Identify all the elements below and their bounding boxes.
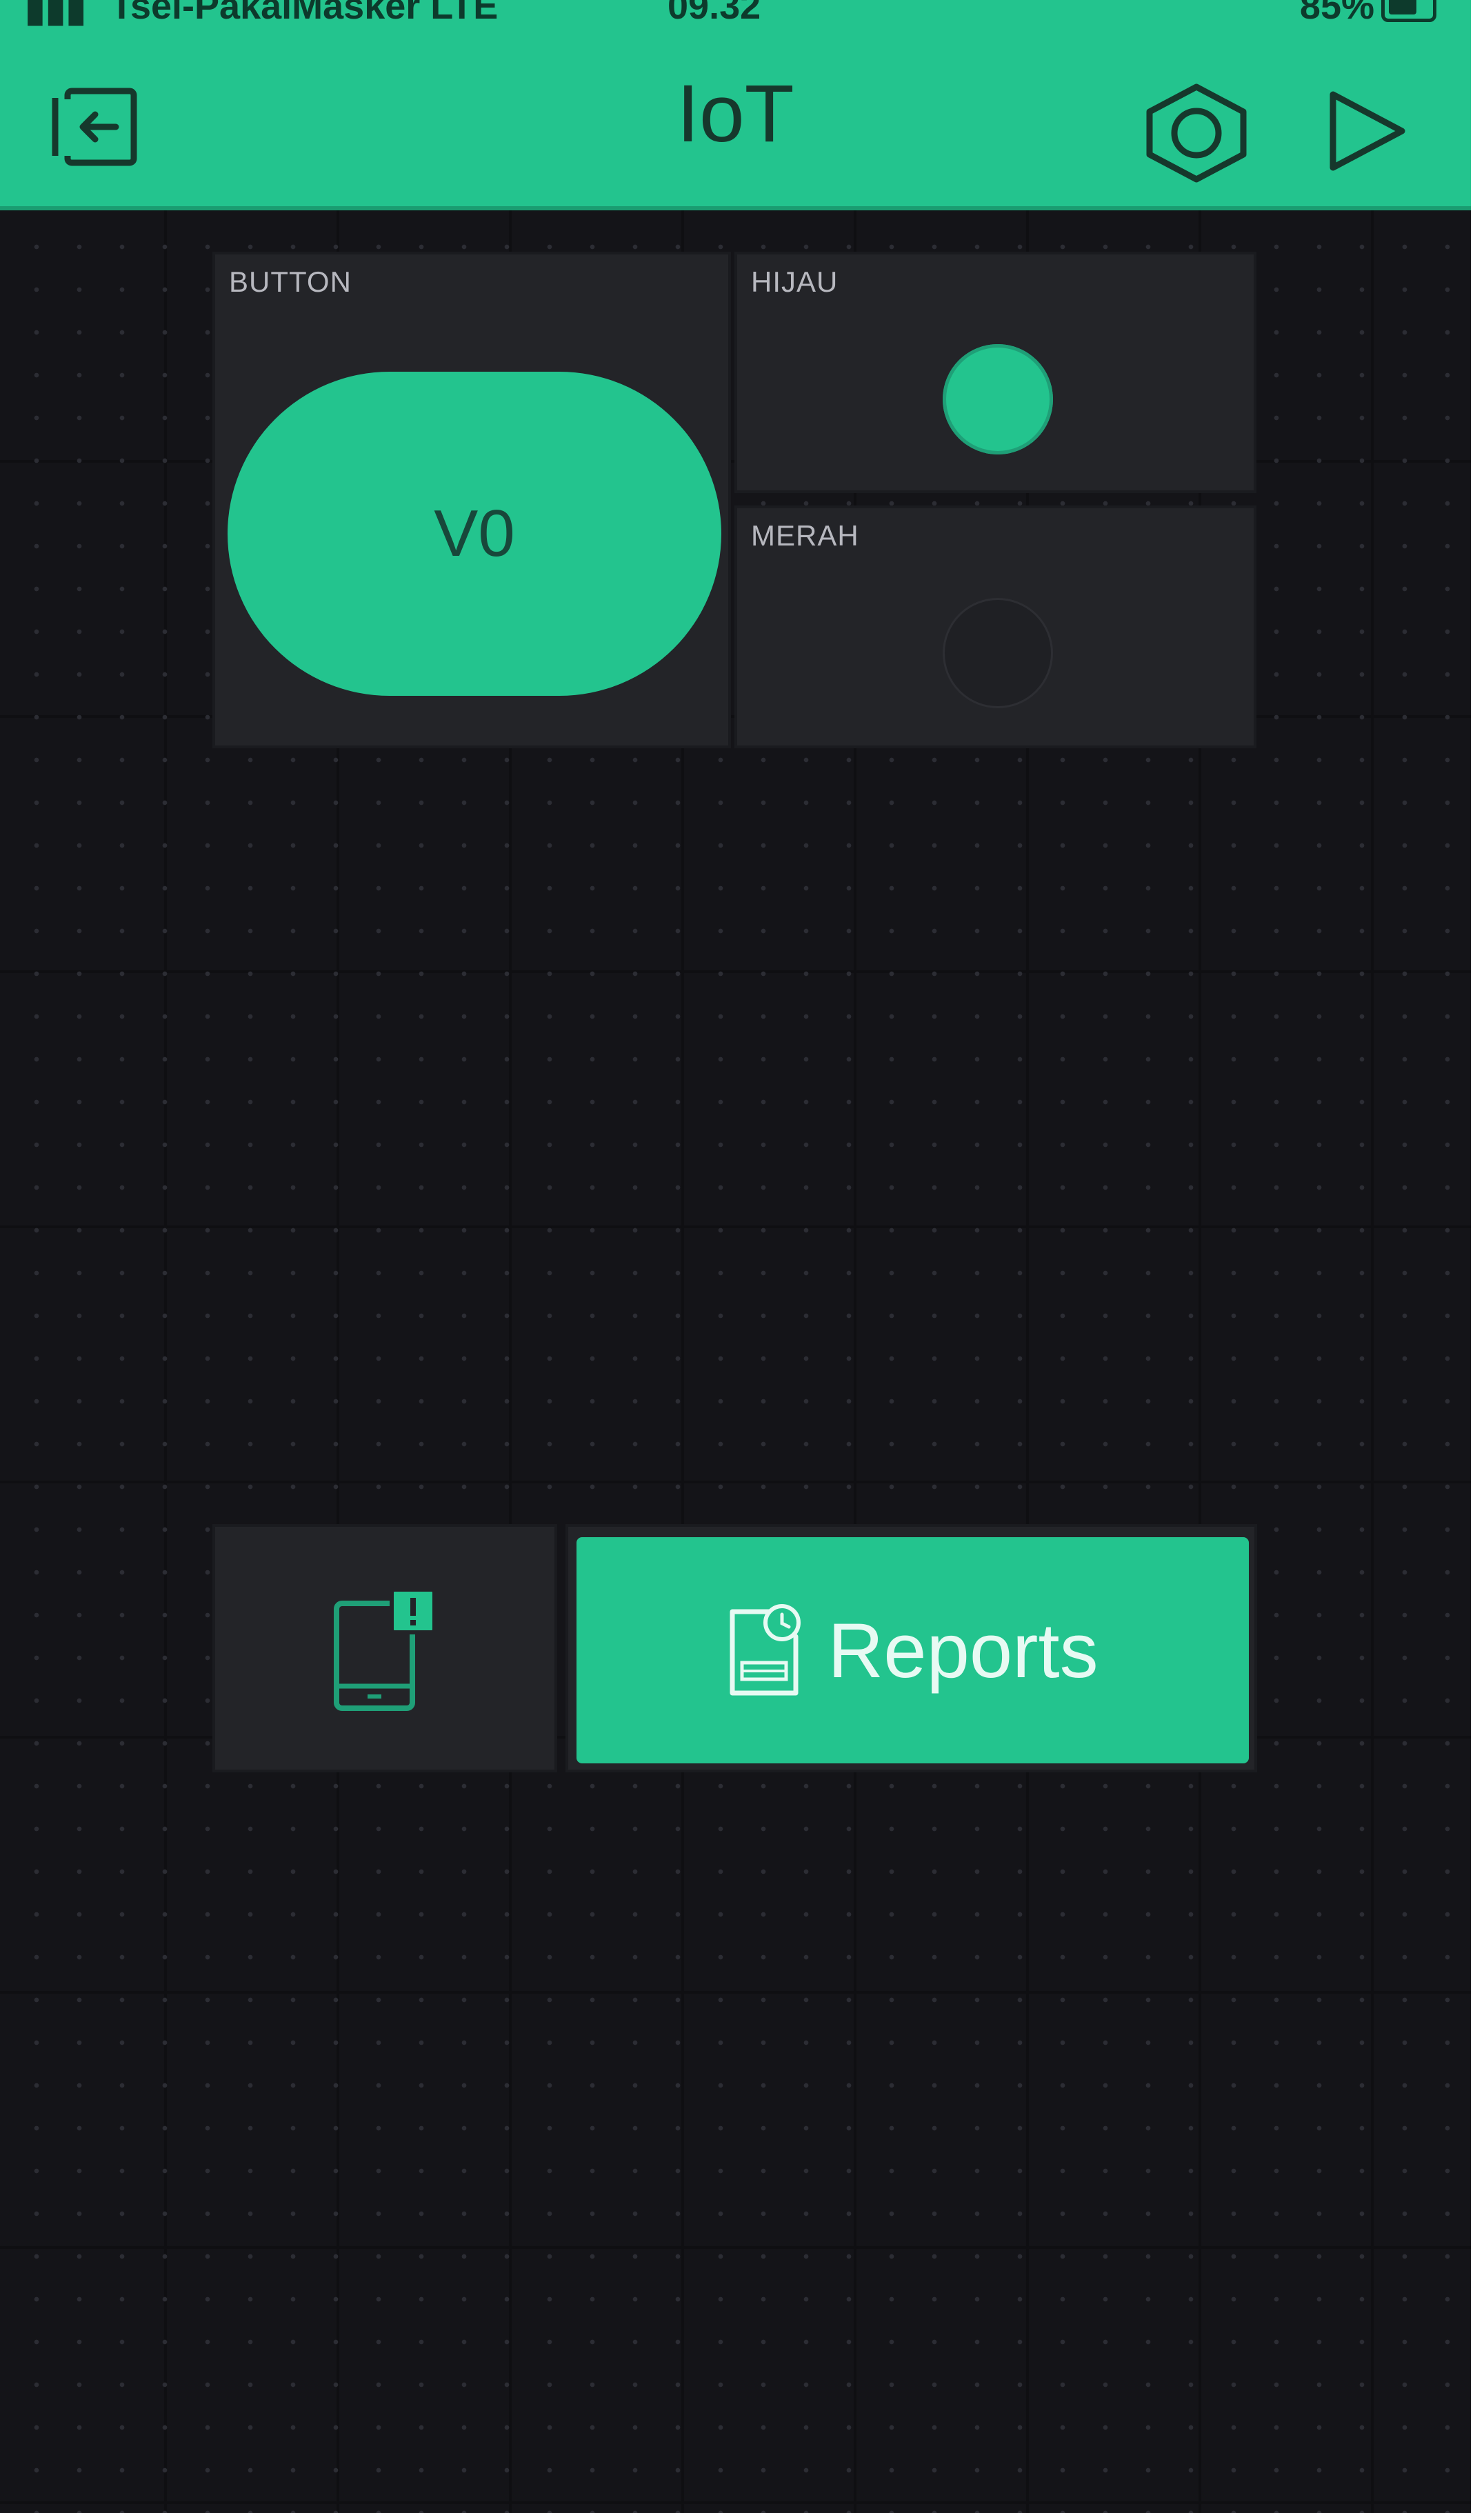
- led-merah-label: MERAH: [751, 519, 859, 552]
- battery-icon: [1381, 0, 1436, 22]
- phone-notification-icon: [334, 1588, 437, 1711]
- reports-widget: Reports: [565, 1524, 1257, 1772]
- report-icon: [730, 1604, 801, 1696]
- carrier-name: Tsel-PakaiMasker LTE: [110, 0, 499, 27]
- led-hijau-widget: HIJAU: [734, 252, 1256, 493]
- clock: 09.32: [668, 0, 761, 27]
- led-hijau-label: HIJAU: [751, 266, 839, 298]
- reports-button[interactable]: Reports: [576, 1537, 1249, 1763]
- status-bar: ▮▮▮ Tsel-PakaiMasker LTE 09.32 85%: [0, 0, 1471, 33]
- reports-label: Reports: [828, 1607, 1099, 1694]
- signal-icon: ▮▮▮: [25, 0, 87, 29]
- v0-button[interactable]: V0: [228, 372, 721, 696]
- battery-percent: 85%: [1299, 0, 1374, 27]
- header-bar: ▮▮▮ Tsel-PakaiMasker LTE 09.32 85% IoT: [0, 0, 1471, 210]
- button-widget-label: BUTTON: [229, 266, 352, 298]
- notification-widget[interactable]: [212, 1524, 557, 1772]
- button-widget: BUTTON V0: [212, 252, 731, 748]
- play-icon[interactable]: [1321, 86, 1410, 176]
- led-merah-indicator: [943, 598, 1053, 708]
- settings-icon[interactable]: [1141, 81, 1252, 185]
- led-hijau-indicator: [943, 344, 1053, 454]
- led-merah-widget: MERAH: [734, 505, 1256, 748]
- blynk-app: ▮▮▮ Tsel-PakaiMasker LTE 09.32 85% IoT B…: [0, 0, 1471, 2513]
- v0-button-label: V0: [434, 497, 515, 570]
